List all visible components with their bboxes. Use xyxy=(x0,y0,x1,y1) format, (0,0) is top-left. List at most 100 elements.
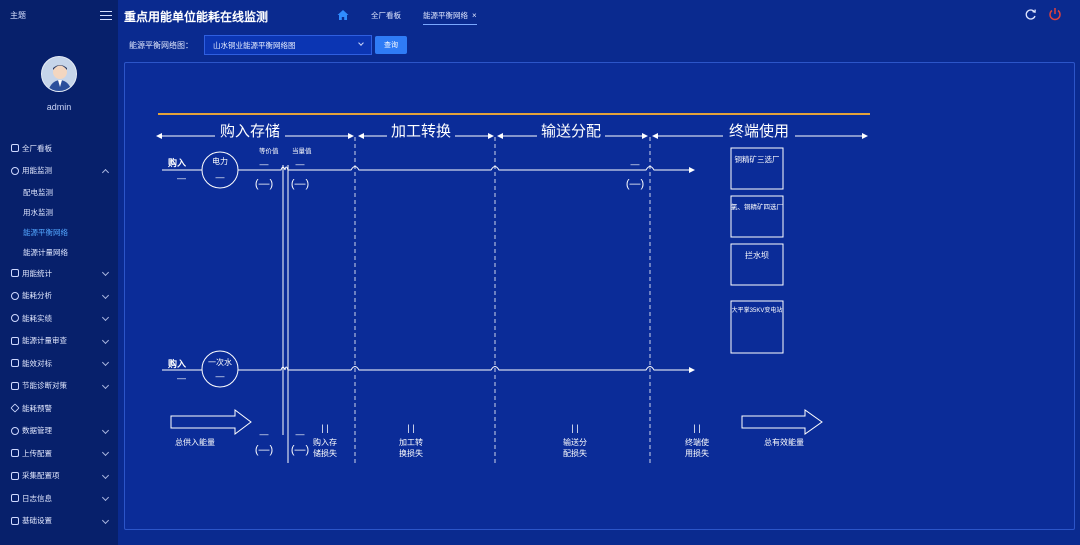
tab-energy-balance[interactable]: 能源平衡网络 × xyxy=(423,10,477,25)
power-icon[interactable] xyxy=(1048,7,1062,21)
loss-marker-distribution: | | xyxy=(571,423,578,433)
sidebar-subitem-balance[interactable]: 能源平衡网络 xyxy=(0,222,118,242)
username: admin xyxy=(46,102,72,112)
close-icon[interactable]: × xyxy=(472,11,477,20)
terminal-label-1: 铜精矿三选厂 xyxy=(735,154,780,164)
refresh-icon[interactable] xyxy=(1024,8,1037,21)
home-warning-icon xyxy=(10,403,20,413)
edit-icon xyxy=(11,516,19,525)
sidebar-item-analysis[interactable]: 能耗分析 xyxy=(0,285,118,308)
col-label-conversion: 当量值 xyxy=(292,146,312,155)
sidebar-item-warning[interactable]: 能耗预警 xyxy=(0,397,118,420)
sidebar-item-data[interactable]: 数据管理 xyxy=(0,420,118,443)
source-electricity-dash: — xyxy=(216,172,225,182)
top-header: 重点用能单位能耗在线监测 全厂看板 能源平衡网络 × xyxy=(118,0,1080,30)
query-button[interactable]: 查询 xyxy=(375,36,407,54)
loss-dash-2: — xyxy=(296,429,305,439)
row1-value-end: (—) xyxy=(626,178,644,190)
sidebar-subitem-power[interactable]: 配电监测 xyxy=(0,182,118,202)
sidebar-menu: 全厂看板 用能监测 配电监测 用水监测 能源平衡网络 能源计量网络 用能统计 能… xyxy=(0,137,118,532)
network-select-value: 山水铜业能源平衡网络图 xyxy=(213,40,296,50)
row1-buy-dash: — xyxy=(177,173,186,183)
row1-conversion-dash: — xyxy=(296,159,305,169)
tab-dashboard[interactable]: 全厂看板 xyxy=(371,10,401,21)
total-output-arrow xyxy=(741,409,823,435)
loss-value-1: (—) xyxy=(255,444,273,456)
collect-icon xyxy=(11,471,19,480)
row1-equivalent-dash: — xyxy=(260,159,269,169)
row2-buy-dash: — xyxy=(177,373,186,383)
row2-buy-label: 购入 xyxy=(168,358,186,369)
storage-column xyxy=(282,165,289,463)
loss-label-conversion-2: 换损失 xyxy=(399,448,423,458)
total-input-arrow xyxy=(170,409,252,435)
sidebar-subitem-water[interactable]: 用水监测 xyxy=(0,202,118,222)
filter-label: 能源平衡网络图： xyxy=(129,41,193,50)
source-electricity-label: 电力 xyxy=(212,156,228,166)
sidebar-item-dashboard[interactable]: 全厂看板 xyxy=(0,137,118,160)
network-select[interactable]: 山水铜业能源平衡网络图 xyxy=(204,35,372,55)
row2-flow-line xyxy=(238,366,695,373)
terminal-label-4: 大平掌35KV变电站 xyxy=(732,306,783,314)
home-icon[interactable] xyxy=(337,9,349,21)
loss-marker-storage: | | xyxy=(321,423,328,433)
chevron-down-icon xyxy=(101,471,110,479)
chevron-down-icon xyxy=(101,313,110,322)
log-icon xyxy=(11,494,19,503)
sidebar-item-diagnosis[interactable]: 节能诊断对策 xyxy=(0,375,118,398)
stage-label-conversion: 加工转换 xyxy=(391,123,451,140)
sidebar-item-upload[interactable]: 上传配置 xyxy=(0,442,118,465)
loss-label-end-use-2: 用损失 xyxy=(685,448,709,458)
chevron-down-icon xyxy=(101,426,110,434)
database-icon xyxy=(11,426,19,435)
source-water-dash: — xyxy=(216,371,225,381)
sidebar-header: 主题 xyxy=(0,0,118,30)
total-input-label: 总供入能量 xyxy=(175,437,215,447)
sidebar-item-benchmark[interactable]: 能效对标 xyxy=(0,352,118,375)
document-icon xyxy=(11,336,19,345)
loss-label-distribution-1: 输送分 xyxy=(563,437,587,447)
chevron-down-icon xyxy=(101,493,110,502)
chevron-down-icon xyxy=(101,448,110,457)
sidebar-item-energy-monitor[interactable]: 用能监测 xyxy=(0,160,118,183)
sidebar-item-metering-review[interactable]: 能源计量审查 xyxy=(0,330,118,353)
checklist-icon xyxy=(11,381,19,390)
sidebar-item-performance[interactable]: 能耗实绩 xyxy=(0,307,118,330)
loss-label-end-use-1: 终端使 xyxy=(685,437,709,447)
chevron-down-icon xyxy=(101,516,110,524)
row1-end-dash: — xyxy=(631,159,640,169)
chevron-up-icon xyxy=(101,168,110,176)
loss-value-2: (—) xyxy=(291,444,309,456)
chevron-down-icon xyxy=(101,336,110,344)
source-water-label: 一次水 xyxy=(208,357,232,367)
chevron-down-icon xyxy=(101,268,110,277)
chart-icon xyxy=(11,269,19,278)
sidebar-item-settings[interactable]: 基础设置 xyxy=(0,510,118,533)
loss-label-storage-1: 购入存 xyxy=(313,437,337,447)
upload-icon xyxy=(11,449,19,458)
app-title: 重点用能单位能耗在线监测 xyxy=(124,10,269,24)
chevron-down-icon xyxy=(101,381,110,389)
chevron-down-icon xyxy=(358,40,364,46)
diagram-panel: 购入存储 加工转换 输送分配 终端使用 等价值 当量值 购入 — 电力 — — … xyxy=(124,62,1075,530)
loss-label-storage-2: 储损失 xyxy=(313,448,337,458)
dashboard-icon xyxy=(11,144,19,153)
terminal-label-2: 氯、铜精矿四选厂 xyxy=(731,202,784,211)
row1-value-equivalent: (—) xyxy=(255,178,273,190)
menu-toggle-icon[interactable] xyxy=(100,10,112,20)
terminal-box-2 xyxy=(730,195,784,238)
row1-value-conversion: (—) xyxy=(291,178,309,190)
analysis-icon xyxy=(11,291,19,300)
energy-balance-diagram: 购入存储 加工转换 输送分配 终端使用 等价值 当量值 购入 — 电力 — — … xyxy=(156,113,870,463)
sidebar-item-stats[interactable]: 用能统计 xyxy=(0,262,118,285)
loss-marker-conversion: | | xyxy=(407,423,414,433)
stage-label-purchase: 购入存储 xyxy=(220,123,280,140)
stage-label-distribution: 输送分配 xyxy=(541,123,601,140)
sidebar-item-logs[interactable]: 日志信息 xyxy=(0,487,118,510)
avatar xyxy=(41,56,77,92)
row1-flow-line xyxy=(238,166,695,173)
total-output-label: 总有效能量 xyxy=(764,437,804,447)
sidebar-item-collect[interactable]: 采集配置项 xyxy=(0,465,118,488)
loss-dash-1: — xyxy=(260,429,269,439)
sidebar-subitem-metering[interactable]: 能源计量网络 xyxy=(0,242,118,262)
